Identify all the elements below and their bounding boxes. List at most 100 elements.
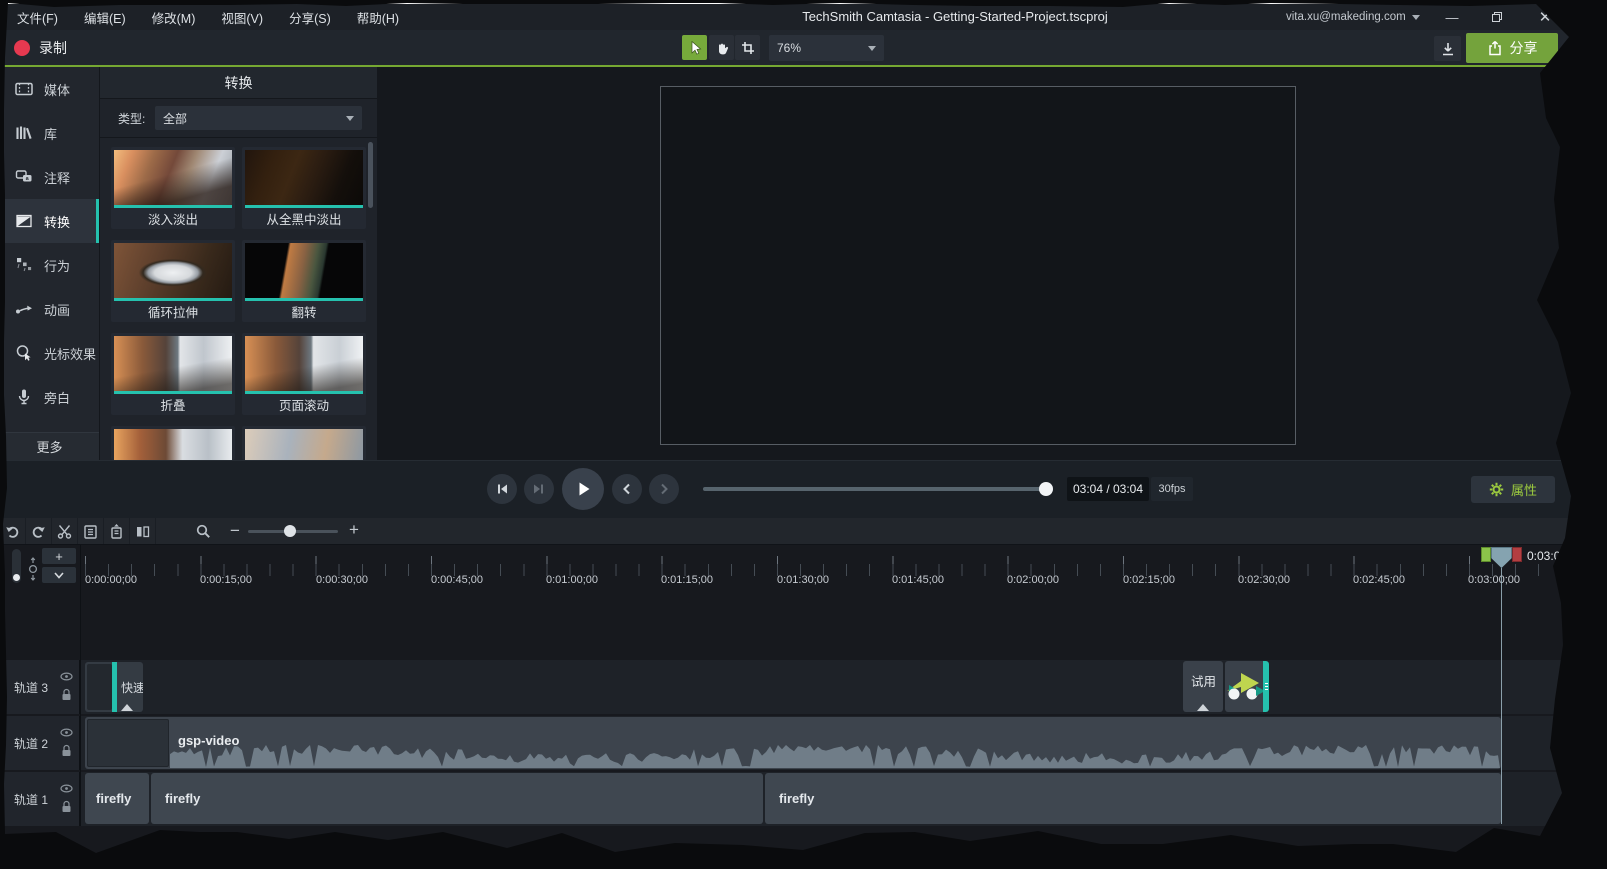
- audio-waveform: [170, 744, 1500, 768]
- redo-button[interactable]: [26, 518, 52, 544]
- record-button[interactable]: 录制: [14, 35, 67, 61]
- close-button[interactable]: ✕: [1530, 5, 1560, 29]
- voice-icon: [14, 387, 34, 407]
- share-button[interactable]: 分享: [1466, 33, 1558, 63]
- transition-thumbnail: [114, 429, 232, 460]
- copy-button[interactable]: [78, 518, 104, 544]
- crop-tool-button[interactable]: [735, 35, 760, 60]
- lock-icon[interactable]: [61, 688, 72, 701]
- ribbon-item-behaviors[interactable]: 行为: [0, 243, 99, 287]
- step-forward-button[interactable]: [524, 474, 554, 504]
- ruler-label: 0:00:30;00: [316, 574, 368, 586]
- track-height-slider-thumb[interactable]: [13, 574, 20, 581]
- ribbon-item-voice[interactable]: 旁白: [0, 375, 99, 419]
- transition-marker[interactable]: [112, 662, 117, 712]
- transition-card[interactable]: 循环拉伸: [111, 240, 235, 322]
- timeline-zoom-slider-thumb[interactable]: [284, 525, 296, 537]
- export-frame-button[interactable]: [1434, 36, 1461, 61]
- split-button[interactable]: [130, 518, 156, 544]
- paste-icon: [108, 523, 125, 540]
- restore-button[interactable]: [1482, 5, 1512, 29]
- playhead-out-handle[interactable]: [1512, 547, 1522, 562]
- cut-button[interactable]: [52, 518, 78, 544]
- transition-card[interactable]: 翻转: [242, 240, 366, 322]
- ribbon-item-library[interactable]: 库: [0, 111, 99, 155]
- clip-resize-handle[interactable]: [1263, 661, 1269, 712]
- eye-icon[interactable]: [60, 728, 73, 737]
- next-clip-button[interactable]: [649, 474, 679, 504]
- ribbon-item-label: 旁白: [44, 388, 70, 407]
- undo-button[interactable]: [0, 518, 26, 544]
- ribbon-item-annotations[interactable]: a 注释: [0, 155, 99, 199]
- type-select[interactable]: 全部: [155, 106, 362, 130]
- selection-tool-button[interactable]: [682, 35, 707, 60]
- download-icon: [1440, 41, 1456, 57]
- record-label: 录制: [39, 38, 67, 58]
- transition-label: 折叠: [114, 394, 232, 415]
- fps-display: 30fps: [1151, 477, 1193, 501]
- playhead-in-handle[interactable]: [1481, 547, 1491, 562]
- eye-icon[interactable]: [60, 672, 73, 681]
- ribbon-item-transitions[interactable]: 转换: [0, 199, 99, 243]
- chevron-right-icon: [657, 482, 671, 496]
- lock-icon[interactable]: [61, 744, 72, 757]
- eye-icon[interactable]: [60, 784, 73, 793]
- menu-item-share[interactable]: 分享(S): [276, 4, 344, 30]
- pan-tool-button[interactable]: [709, 35, 734, 60]
- lock-icon[interactable]: [61, 800, 72, 813]
- transition-card[interactable]: 折叠: [111, 333, 235, 415]
- ribbon-item-animations[interactable]: 动画: [0, 287, 99, 331]
- clip-firefly-1[interactable]: firefly: [85, 773, 149, 824]
- menu-item-file[interactable]: 文件(F): [4, 4, 71, 30]
- ribbon-item-cursor-effects[interactable]: 光标效果: [0, 331, 99, 375]
- paste-button[interactable]: [104, 518, 130, 544]
- ruler-label: 0:01:30;00: [777, 574, 829, 586]
- clip-animation[interactable]: [1225, 661, 1269, 712]
- menu-item-modify[interactable]: 修改(M): [139, 4, 209, 30]
- ruler-label: 0:00:00;00: [85, 574, 137, 586]
- account-menu[interactable]: vita.xu@makeding.com: [1286, 4, 1420, 30]
- account-email: vita.xu@makeding.com: [1286, 11, 1406, 23]
- transition-card[interactable]: [242, 426, 366, 460]
- ribbon-more-button[interactable]: 更多: [0, 432, 99, 460]
- timeline-zoom-out-button[interactable]: −: [230, 521, 240, 541]
- clip-gsp-video[interactable]: gsp-video: [85, 717, 1501, 769]
- add-track-button[interactable]: +: [42, 548, 76, 564]
- header-divider: [80, 545, 81, 826]
- transition-card[interactable]: 淡入淡出: [111, 147, 235, 229]
- zoom-fit-icon[interactable]: [25, 556, 41, 582]
- transition-card[interactable]: 页面滚动: [242, 333, 366, 415]
- clip-quick[interactable]: 快速: [85, 662, 143, 712]
- step-back-button[interactable]: [487, 474, 517, 504]
- playback-slider[interactable]: [703, 487, 1053, 491]
- play-button[interactable]: [562, 468, 604, 510]
- transition-indicator-icon[interactable]: [121, 704, 133, 711]
- properties-button[interactable]: 属性: [1471, 476, 1555, 503]
- ribbon-item-media[interactable]: 媒体: [0, 67, 99, 111]
- tool-ribbon: 媒体 库 a 注释 转换 行为 动画 光标效果 旁白 更多: [0, 67, 100, 460]
- menu-item-edit[interactable]: 编辑(E): [71, 4, 139, 30]
- transition-card[interactable]: [111, 426, 235, 460]
- playback-slider-thumb[interactable]: [1039, 482, 1053, 496]
- menu-item-view[interactable]: 视图(V): [208, 4, 276, 30]
- timeline-zoom-button[interactable]: [190, 518, 216, 544]
- clip-label: firefly: [96, 791, 131, 806]
- clip-firefly-3[interactable]: firefly: [765, 773, 1501, 824]
- scissors-icon: [56, 523, 73, 540]
- ruler-label: 0:01:45;00: [892, 574, 944, 586]
- timeline-zoom-in-button[interactable]: +: [349, 520, 359, 540]
- clip-trial[interactable]: 试用: [1183, 661, 1223, 712]
- transition-card[interactable]: 从全黑中淡出: [242, 147, 366, 229]
- ruler-label: 0:02:15;00: [1123, 574, 1175, 586]
- minimize-button[interactable]: —: [1437, 5, 1467, 29]
- collapse-tracks-button[interactable]: [42, 567, 76, 583]
- chevron-down-icon: [1412, 15, 1420, 20]
- transition-label: 从全黑中淡出: [245, 208, 363, 229]
- panel-scrollbar[interactable]: [368, 142, 373, 208]
- transition-thumbnail: [245, 243, 363, 301]
- menu-item-help[interactable]: 帮助(H): [344, 4, 412, 30]
- prev-clip-button[interactable]: [612, 474, 642, 504]
- zoom-level-select[interactable]: 76%: [769, 35, 884, 61]
- transition-indicator-icon[interactable]: [1197, 704, 1209, 711]
- clip-firefly-2[interactable]: firefly: [151, 773, 763, 824]
